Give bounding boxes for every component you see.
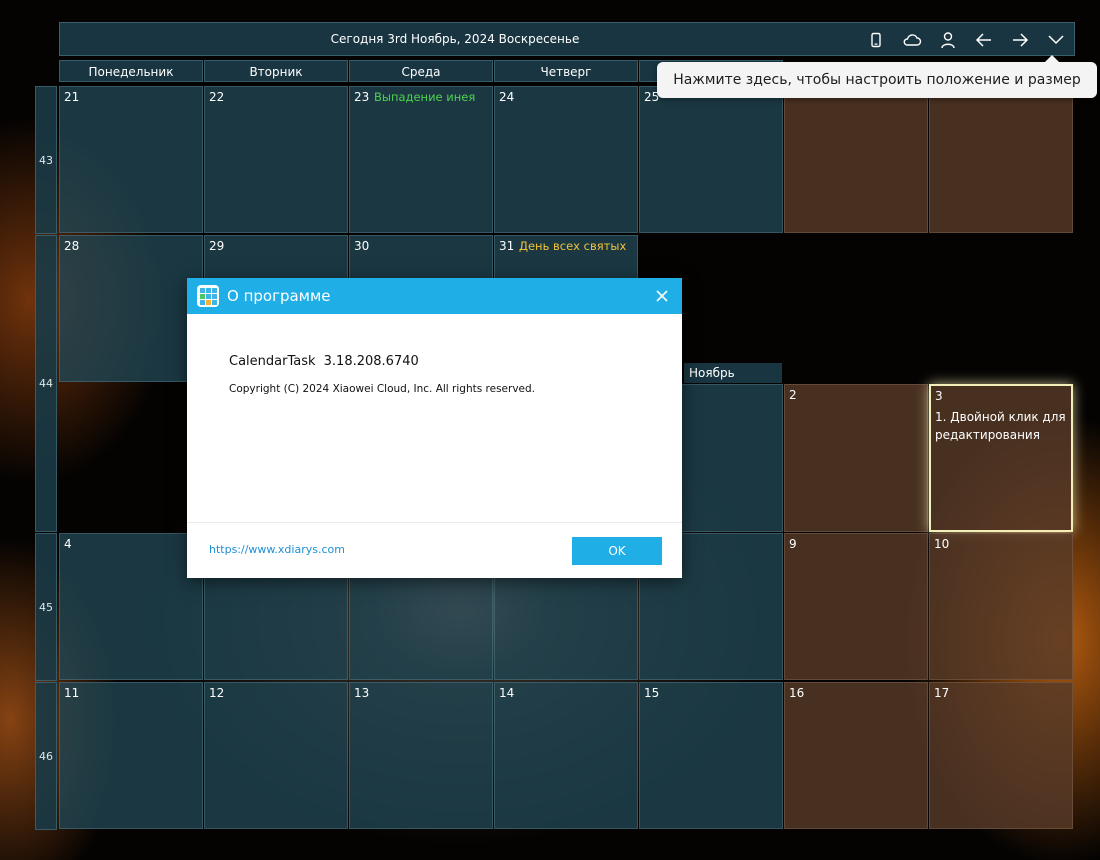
about-dialog: О программе CalendarTask 3.18.208.6740 C… [187,278,682,578]
day-number: 22 [209,90,225,104]
day-cell[interactable] [929,86,1073,233]
website-link[interactable]: https://www.xdiarys.com [209,543,345,556]
week-number: 46 [35,682,57,830]
day-number: 3 [935,389,943,403]
day-cell[interactable]: 10 [929,533,1073,680]
day-number: 15 [644,686,660,700]
day-number: 17 [934,686,950,700]
arrow-left-icon [975,33,991,47]
day-cell[interactable]: 14 [494,682,638,829]
day-cell[interactable]: 16 [784,682,928,829]
app-name: CalendarTask [229,354,316,369]
day-cell[interactable]: 21 [59,86,203,233]
cloud-icon [903,34,922,46]
day-number: 9 [789,537,797,551]
day-number: 10 [934,537,950,551]
day-number: 29 [209,239,225,253]
day-number: 21 [64,90,80,104]
day-number: 16 [789,686,805,700]
day-number: 2 [789,388,797,402]
weekday-wednesday: Среда [349,60,493,82]
dialog-titlebar: О программе [187,278,682,314]
position-size-tooltip: Нажмите здесь, чтобы настроить положение… [657,55,1097,98]
day-cell[interactable]: 12 [204,682,348,829]
calendar-header: Сегодня 3rd Ноябрь, 2024 Воскресенье [59,22,1075,56]
day-cell[interactable]: 28 [59,235,203,382]
week-number: 45 [35,533,57,681]
day-number: 24 [499,90,515,104]
today-cell[interactable]: 3 1. Двойной клик для редактирования [929,384,1073,532]
day-number: 12 [209,686,225,700]
cloud-button[interactable] [899,27,925,53]
day-cell[interactable] [784,86,928,233]
day-number: 4 [64,537,72,551]
day-cell[interactable]: 23 Выпадение инея [349,86,493,233]
app-logo-icon [197,285,219,307]
holiday-label: День всех святых [519,239,627,253]
dialog-divider [187,522,682,523]
arrow-right-icon [1013,33,1029,47]
day-number: 13 [354,686,370,700]
day-cell[interactable]: 2 [784,384,928,532]
weekday-thursday: Четверг [494,60,638,82]
day-number: 31 [499,239,515,253]
week-number: 44 [35,235,57,532]
day-cell[interactable]: 11 [59,682,203,829]
day-cell[interactable]: 25 [639,86,783,233]
app-version-line: CalendarTask 3.18.208.6740 [229,354,419,369]
day-number: 28 [64,239,80,253]
copyright-text: Copyright (C) 2024 Xiaowei Cloud, Inc. A… [229,383,536,395]
task-note[interactable]: 1. Двойной клик для редактирования [935,408,1067,444]
user-button[interactable] [935,27,961,53]
app-version: 3.18.208.6740 [323,354,419,369]
day-cell[interactable]: 24 [494,86,638,233]
next-button[interactable] [1007,27,1033,53]
phone-icon [871,32,881,48]
day-number: 11 [64,686,80,700]
day-cell[interactable]: 13 [349,682,493,829]
ok-button[interactable]: OK [572,537,662,565]
month-label: Ноябрь [684,363,782,383]
day-cell[interactable]: 15 [639,682,783,829]
day-cell[interactable]: 4 [59,533,203,680]
dialog-title: О программе [227,287,331,305]
day-cell[interactable]: 22 [204,86,348,233]
user-icon [941,32,955,49]
close-icon [656,290,668,302]
today-title: Сегодня 3rd Ноябрь, 2024 Воскресенье [330,32,580,46]
close-button[interactable] [650,284,674,308]
weekday-tuesday: Вторник [204,60,348,82]
day-cell[interactable]: 9 [784,533,928,680]
day-number: 14 [499,686,515,700]
weekday-monday: Понедельник [59,60,203,82]
calendar-window: Сегодня 3rd Ноябрь, 2024 Воскресенье Пон… [0,0,1100,860]
week-number: 43 [35,86,57,234]
solar-term-label: Выпадение инея [374,90,476,104]
phone-button[interactable] [863,27,889,53]
day-number: 23 [354,90,370,104]
prev-button[interactable] [971,27,997,53]
day-number: 30 [354,239,370,253]
day-cell[interactable]: 17 [929,682,1073,829]
settings-dropdown-button[interactable] [1043,27,1069,53]
chevron-down-icon [1048,35,1064,45]
